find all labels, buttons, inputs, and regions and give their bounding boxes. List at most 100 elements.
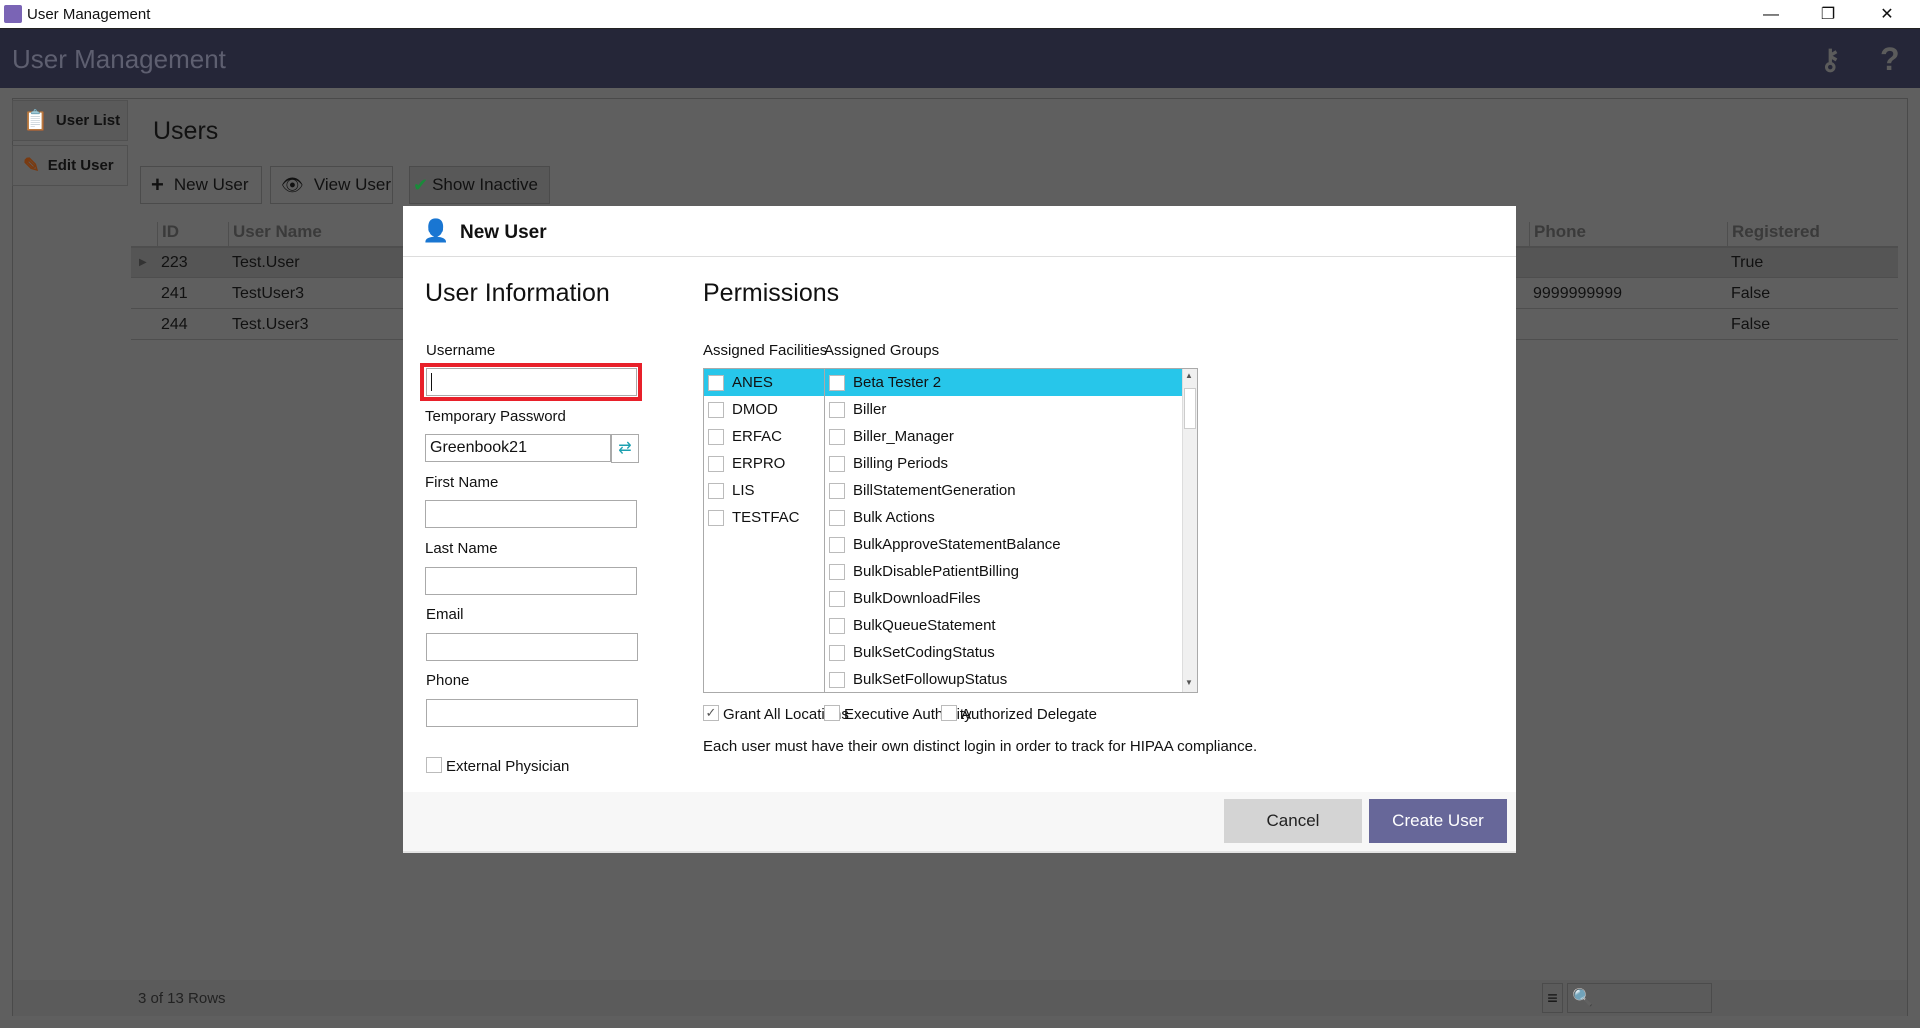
group-checkbox[interactable]: [829, 482, 845, 499]
show-inactive-label: Show Inactive: [432, 175, 538, 194]
group-item[interactable]: Bulk Actions: [825, 504, 1197, 531]
regenerate-password-icon[interactable]: ⇄: [611, 434, 639, 463]
column-header-username[interactable]: User Name: [228, 222, 322, 248]
group-checkbox[interactable]: [829, 428, 845, 445]
minimize-button[interactable]: —: [1748, 0, 1794, 29]
new-user-label: New User: [173, 175, 249, 194]
groups-scrollbar[interactable]: ▲ ▼: [1182, 369, 1197, 692]
temp-password-input[interactable]: Greenbook21: [425, 434, 611, 462]
group-item[interactable]: BulkQueueStatement: [825, 612, 1197, 639]
group-checkbox[interactable]: [829, 401, 845, 418]
group-item[interactable]: Biller_Manager: [825, 423, 1197, 450]
external-physician-label: External Physician: [446, 758, 570, 775]
username-label: Username: [426, 342, 496, 359]
rows-count: 3 of 13 Rows: [138, 990, 226, 1007]
group-item[interactable]: BulkDisablePatientBilling: [825, 558, 1197, 585]
groups-list[interactable]: Beta Tester 2 Biller Biller_Manager Billing…: [824, 368, 1198, 693]
scroll-up-icon[interactable]: ▲: [1185, 371, 1193, 380]
column-header-id[interactable]: ID: [157, 222, 179, 248]
view-user-button[interactable]: 👁 View User: [270, 166, 393, 204]
view-user-label: View User: [313, 175, 392, 194]
table-cell: TestUser3: [232, 285, 305, 302]
group-checkbox[interactable]: [829, 563, 845, 580]
clipboard-icon: 📋: [23, 110, 48, 132]
table-cell: 241: [161, 285, 188, 302]
new-user-button[interactable]: + New User: [140, 166, 262, 204]
column-header-registered[interactable]: Registered: [1727, 222, 1820, 248]
group-item[interactable]: BulkSetCodingStatus: [825, 639, 1197, 666]
facility-checkbox[interactable]: [708, 455, 724, 472]
facility-label: DMOD: [732, 401, 778, 418]
facility-checkbox[interactable]: [708, 401, 724, 418]
group-label: Biller: [853, 401, 887, 418]
sidebar-item-user-list[interactable]: 📋 User List: [12, 100, 128, 141]
column-header-phone[interactable]: Phone: [1529, 222, 1586, 248]
pencil-icon: ✎: [23, 155, 40, 177]
facility-checkbox[interactable]: [708, 482, 724, 499]
help-icon[interactable]: ?: [1880, 41, 1900, 78]
last-name-label: Last Name: [425, 540, 498, 557]
group-label: BulkSetFollowupStatus: [853, 671, 1008, 688]
cancel-button[interactable]: Cancel: [1224, 799, 1362, 843]
group-item[interactable]: Biller: [825, 396, 1197, 423]
group-checkbox[interactable]: [829, 617, 845, 634]
table-cell: Test.User3: [232, 316, 309, 333]
scrollbar-thumb[interactable]: [1184, 388, 1196, 429]
add-user-icon: 👤: [422, 218, 450, 243]
restore-button[interactable]: ❐: [1805, 0, 1851, 29]
hipaa-note: Each user must have their own distinct l…: [703, 738, 1258, 755]
facility-label: TESTFAC: [732, 509, 800, 526]
group-label: BillStatementGeneration: [853, 482, 1016, 499]
group-checkbox[interactable]: [829, 509, 845, 526]
group-item[interactable]: BulkSetFollowupStatus: [825, 666, 1197, 692]
table-cell: 9999999999: [1533, 285, 1622, 302]
group-item[interactable]: Beta Tester 2: [825, 369, 1197, 396]
facility-label: ANES: [732, 374, 773, 391]
facility-checkbox[interactable]: [708, 509, 724, 526]
close-button[interactable]: ✕: [1864, 0, 1910, 29]
facility-checkbox[interactable]: [708, 374, 724, 391]
facility-label: LIS: [732, 482, 755, 499]
show-inactive-toggle[interactable]: ✔ Show Inactive: [409, 166, 550, 204]
group-label: BulkDisablePatientBilling: [853, 563, 1019, 580]
facility-checkbox[interactable]: [708, 428, 724, 445]
email-input[interactable]: [426, 633, 638, 661]
app-icon: [4, 5, 22, 23]
group-label: BulkQueueStatement: [853, 617, 996, 634]
permissions-heading: Permissions: [703, 279, 840, 307]
keys-icon[interactable]: ⚷: [1820, 43, 1841, 76]
group-item[interactable]: BillStatementGeneration: [825, 477, 1197, 504]
page-title: Users: [153, 117, 219, 145]
table-cell: 244: [161, 316, 188, 333]
first-name-input[interactable]: [425, 500, 637, 528]
row-indicator-icon: ▶: [139, 257, 147, 268]
scroll-down-icon[interactable]: ▼: [1185, 678, 1193, 687]
username-input[interactable]: [426, 368, 637, 396]
group-label: Bulk Actions: [853, 509, 935, 526]
search-input[interactable]: 🔍: [1567, 983, 1712, 1013]
external-physician-checkbox[interactable]: [426, 757, 442, 773]
group-label: BulkApproveStatementBalance: [853, 536, 1061, 553]
phone-input[interactable]: [426, 699, 638, 727]
group-checkbox[interactable]: [829, 455, 845, 472]
window-titlebar: User Management — ❐ ✕: [0, 0, 1920, 29]
group-checkbox[interactable]: [829, 590, 845, 607]
group-item[interactable]: BulkDownloadFiles: [825, 585, 1197, 612]
executive-authority-checkbox[interactable]: [824, 705, 840, 721]
grant-all-locations-checkbox[interactable]: ✓: [703, 705, 719, 721]
group-checkbox[interactable]: [829, 374, 845, 391]
group-checkbox[interactable]: [829, 671, 845, 688]
check-icon: ✔: [413, 174, 429, 195]
search-icon: 🔍: [1572, 988, 1594, 1007]
last-name-input[interactable]: [425, 567, 637, 595]
plus-icon: +: [151, 172, 164, 197]
menu-icon[interactable]: ≡: [1542, 983, 1563, 1013]
group-item[interactable]: BulkApproveStatementBalance: [825, 531, 1197, 558]
group-item[interactable]: Billing Periods: [825, 450, 1197, 477]
facility-label: ERPRO: [732, 455, 786, 472]
group-checkbox[interactable]: [829, 536, 845, 553]
group-checkbox[interactable]: [829, 644, 845, 661]
create-user-button[interactable]: Create User: [1369, 799, 1507, 843]
authorized-delegate-checkbox[interactable]: [941, 705, 957, 721]
sidebar-item-edit-user[interactable]: ✎ Edit User: [12, 145, 128, 186]
